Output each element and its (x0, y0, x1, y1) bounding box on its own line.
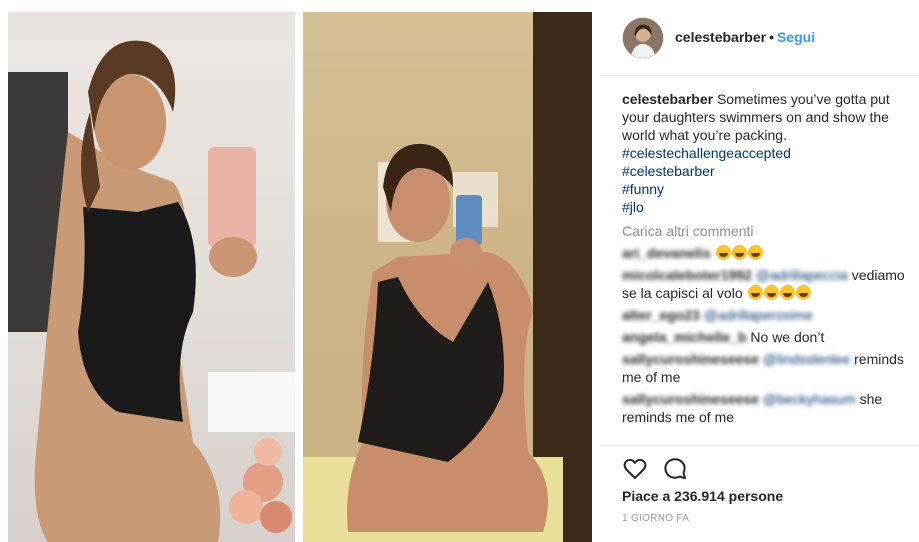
post-header-line: celestebarber • Segui (675, 29, 815, 45)
speech-bubble-icon (664, 458, 686, 480)
comment-username[interactable]: ari_devanelis (622, 245, 711, 261)
post-photo-area (0, 0, 600, 542)
comments-section: celestebarber Sometimes you’ve gotta put… (622, 90, 907, 426)
comment-button[interactable] (662, 456, 688, 482)
laughing-emoji-icon (779, 285, 795, 300)
laughing-emoji-icon (715, 245, 731, 260)
hashtag-link[interactable]: #funny (622, 180, 907, 198)
comment-mention[interactable]: @lindsslenlee (763, 351, 850, 367)
comment-username[interactable]: alter_ego23 (622, 307, 700, 323)
comment-item: sallycuroshineseese @beckyhasum she remi… (622, 390, 907, 426)
comment-item: micolcaleboter1992 @adrillapeccia vediam… (622, 266, 907, 302)
laughing-emoji-icon (747, 285, 763, 300)
comment-mention[interactable]: @adrillapeccia (756, 267, 848, 283)
comment-mention[interactable]: @adrillaperoxime (704, 307, 813, 323)
comment-text: No we don’t (750, 329, 825, 345)
comment-item: sallycuroshineseese @lindsslenlee remind… (622, 350, 907, 386)
post-sidebar: celestebarber • Segui celestebarber Someti… (600, 0, 919, 542)
hashtag-link[interactable]: #celestechallengeaccepted (622, 144, 907, 162)
post-header: celestebarber • Segui (600, 0, 919, 76)
post-image-right (303, 12, 592, 542)
comment-item: angela_michelle_b No we don’t (622, 328, 907, 346)
comment-item: ari_devanelis (622, 244, 907, 262)
comment-item: alter_ego23 @adrillaperoxime (622, 306, 907, 324)
heart-outline-icon (623, 458, 647, 479)
laughing-emoji-icon (795, 285, 811, 300)
avatar[interactable] (622, 17, 664, 59)
post-actions: Piace a 236.914 persone 1 GIORNO FA (600, 445, 919, 542)
hashtag-link[interactable]: #jlo (622, 198, 907, 216)
caption-username[interactable]: celestebarber (622, 91, 713, 107)
comment-username[interactable]: micolcaleboter1992 (622, 267, 752, 283)
laughing-emoji-icon (747, 245, 763, 260)
caption: celestebarber Sometimes you’ve gotta put… (622, 90, 907, 216)
follow-button[interactable]: Segui (777, 29, 815, 45)
likes-count[interactable]: Piace a 236.914 persone (622, 488, 783, 504)
comment-username[interactable]: sallycuroshineseese (622, 351, 759, 367)
comment-username[interactable]: sallycuroshineseese (622, 391, 759, 407)
post-username[interactable]: celestebarber (675, 29, 766, 45)
laughing-emoji-icon (731, 245, 747, 260)
comment-mention[interactable]: @beckyhasum (763, 391, 856, 407)
separator-dot: • (769, 29, 774, 45)
hashtag-link[interactable]: #celestebarber (622, 162, 907, 180)
post-timestamp: 1 GIORNO FA (622, 513, 690, 524)
like-button[interactable] (622, 456, 648, 482)
load-more-comments[interactable]: Carica altri commenti (622, 222, 907, 240)
laughing-emoji-icon (763, 285, 779, 300)
post-image-left (8, 12, 295, 542)
comment-username[interactable]: angela_michelle_b (622, 329, 747, 345)
